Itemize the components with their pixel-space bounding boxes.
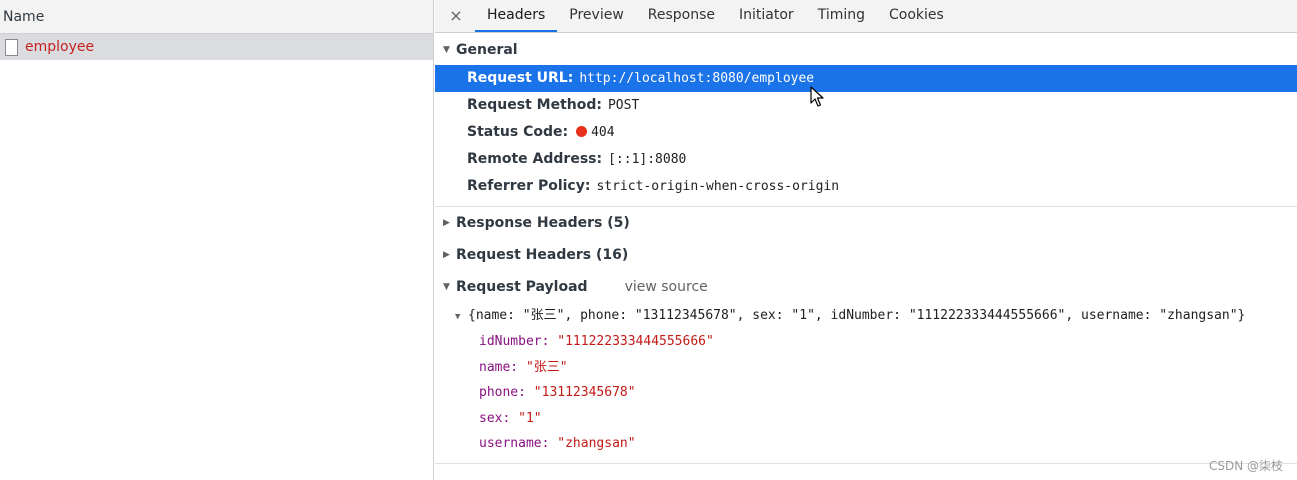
tab-cookies[interactable]: Cookies [877, 0, 956, 32]
referrer-policy-row[interactable]: Referrer Policy: strict-origin-when-cross… [435, 173, 1297, 200]
payload-field-idnumber: idNumber: "111222333444555666" [435, 329, 1297, 355]
payload-value: "zhangsan" [557, 436, 636, 451]
general-title: General [456, 42, 518, 58]
expanded-triangle-icon: ▼ [455, 312, 461, 322]
payload-key: phone: [479, 385, 526, 400]
file-icon [5, 38, 18, 56]
status-code-value: 404 [591, 125, 615, 140]
request-url-row[interactable]: Request URL: http://localhost:8080/employ… [435, 65, 1297, 92]
response-headers-section-header[interactable]: ▶ Response Headers (5) [435, 207, 1297, 239]
payload-value: "张三" [525, 359, 568, 375]
request-list-pane: Name employee [0, 0, 434, 480]
payload-field-phone: phone: "13112345678" [435, 380, 1297, 406]
payload-key: idNumber: [479, 334, 550, 349]
request-name: employee [25, 39, 95, 55]
request-payload-title: Request Payload [456, 279, 588, 295]
expanded-triangle-icon: ▼ [443, 282, 450, 292]
status-code-row[interactable]: Status Code: 404 [435, 119, 1297, 146]
tab-initiator[interactable]: Initiator [727, 0, 806, 32]
collapsed-triangle-icon: ▶ [443, 250, 450, 260]
general-section-header[interactable]: ▼ General [435, 35, 1297, 65]
request-method-row[interactable]: Request Method: POST [435, 92, 1297, 119]
payload-field-username: username: "zhangsan" [435, 431, 1297, 457]
response-headers-title: Response Headers (5) [456, 215, 630, 231]
payload-value: "1" [518, 410, 542, 426]
request-method-value: POST [607, 98, 640, 113]
payload-key: username: [479, 436, 550, 451]
payload-object-summary[interactable]: ▼ {name: "张三", phone: "13112345678", sex:… [435, 303, 1297, 329]
bottom-divider [435, 463, 1297, 464]
payload-value: "111222333444555666" [557, 334, 714, 349]
payload-value: "13112345678" [533, 385, 636, 400]
referrer-policy-value: strict-origin-when-cross-origin [596, 179, 840, 194]
mouse-pointer-icon [810, 86, 824, 107]
close-icon[interactable]: × [445, 0, 467, 32]
remote-address-value: [::1]:8080 [608, 152, 687, 167]
name-column-header[interactable]: Name [0, 0, 433, 34]
view-source-link[interactable]: view source [625, 271, 708, 303]
watermark: CSDN @柒枝 [1208, 459, 1283, 473]
collapsed-triangle-icon: ▶ [443, 218, 450, 228]
tab-preview[interactable]: Preview [557, 0, 636, 32]
tab-response[interactable]: Response [636, 0, 727, 32]
payload-summary-text: {name: "张三", phone: "13112345678", sex: … [468, 308, 1246, 323]
tab-headers[interactable]: Headers [475, 0, 558, 32]
request-row-employee[interactable]: employee [0, 34, 433, 60]
status-code-label: Status Code: [467, 124, 569, 140]
remote-address-row[interactable]: Remote Address: [::1]:8080 [435, 146, 1297, 173]
request-details-pane: × Headers Preview Response Initiator Tim… [435, 0, 1297, 480]
request-headers-section-header[interactable]: ▶ Request Headers (16) [435, 239, 1297, 271]
payload-key: name: [479, 359, 519, 375]
expanded-triangle-icon: ▼ [443, 45, 450, 55]
referrer-policy-label: Referrer Policy: [467, 178, 591, 194]
request-method-label: Request Method: [467, 97, 602, 113]
request-payload-section-header[interactable]: ▼ Request Payload view source [435, 271, 1297, 303]
tab-timing[interactable]: Timing [806, 0, 877, 32]
payload-field-sex: sex: "1" [435, 406, 1297, 432]
status-error-dot-icon [576, 126, 588, 137]
details-tabbar: × Headers Preview Response Initiator Tim… [435, 0, 1297, 33]
payload-field-name: name: "张三" [435, 355, 1297, 381]
remote-address-label: Remote Address: [467, 151, 603, 167]
payload-key: sex: [479, 410, 511, 426]
request-url-value: http://localhost:8080/employee [579, 71, 815, 86]
request-url-label: Request URL: [467, 70, 574, 86]
request-headers-title: Request Headers (16) [456, 247, 629, 263]
